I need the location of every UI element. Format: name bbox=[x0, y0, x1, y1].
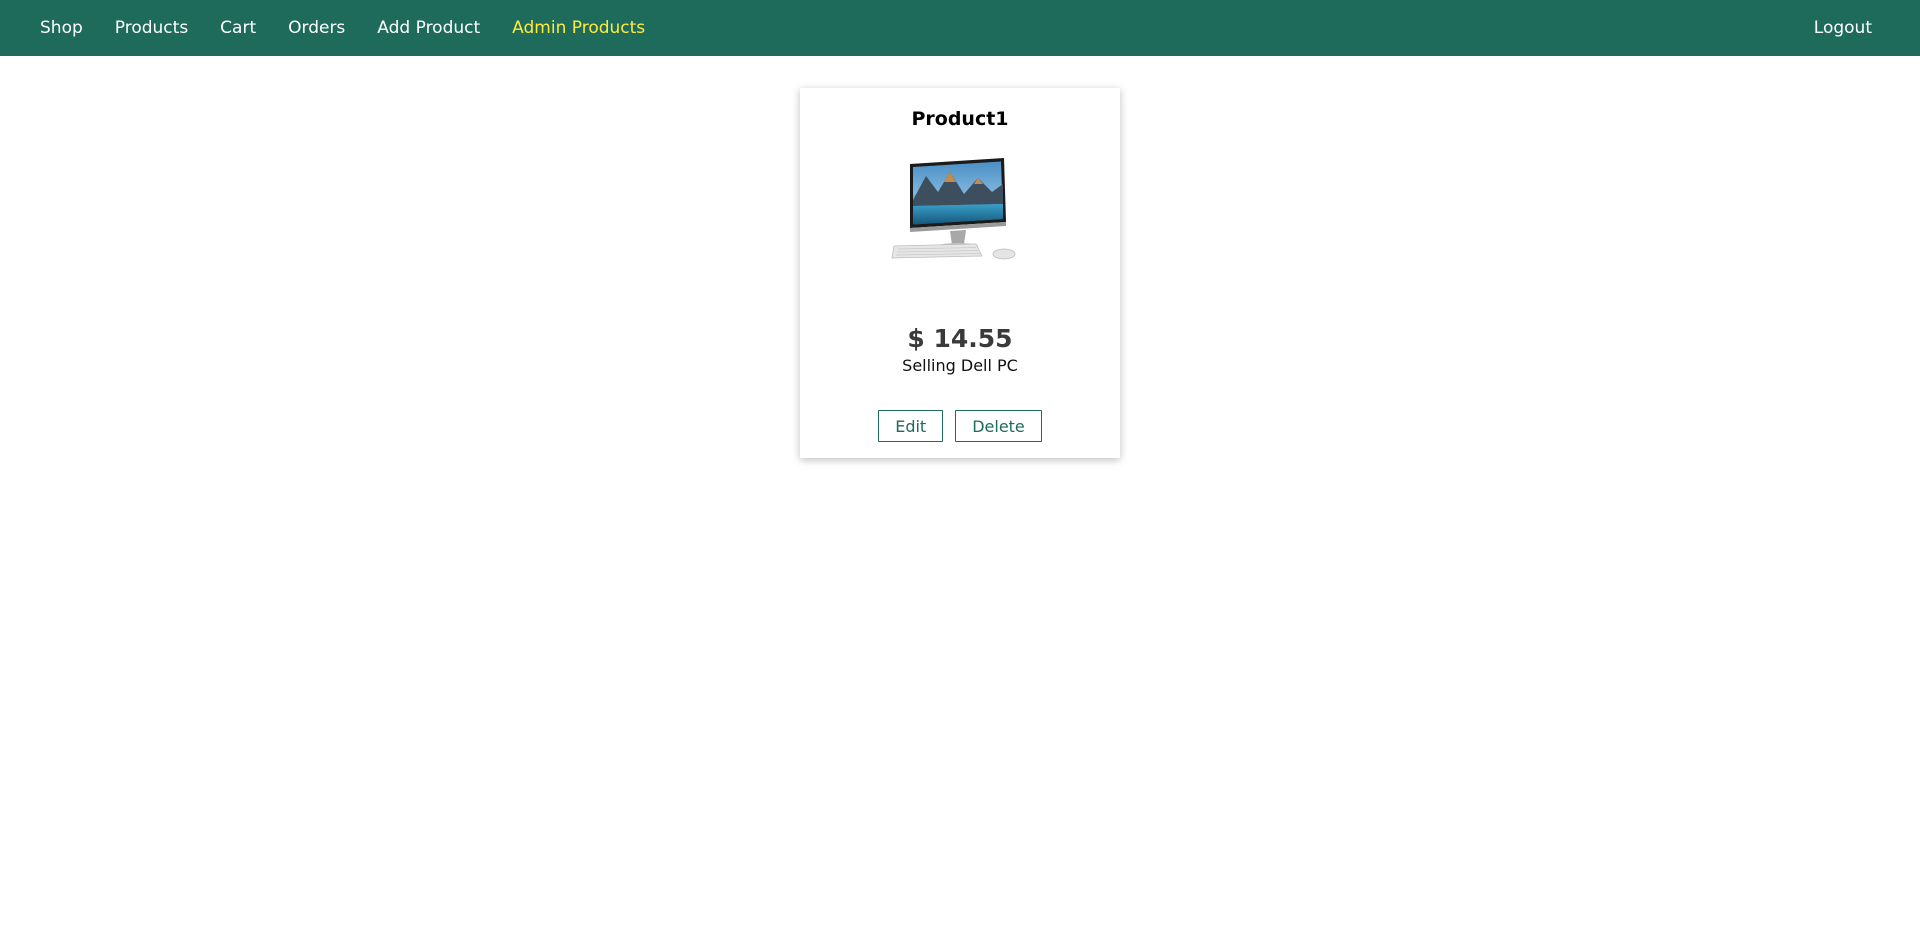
nav-link-admin-products[interactable]: Admin Products bbox=[512, 18, 645, 38]
nav-link-shop[interactable]: Shop bbox=[40, 18, 83, 38]
main-content: Product1 $ 14.55 Selling Dell PC Edit De… bbox=[0, 56, 1920, 944]
delete-button[interactable]: Delete bbox=[955, 410, 1042, 442]
main-nav: Shop Products Cart Orders Add Product Ad… bbox=[40, 18, 677, 38]
nav-link-products[interactable]: Products bbox=[115, 18, 188, 38]
edit-button[interactable]: Edit bbox=[878, 410, 944, 442]
product-title: Product1 bbox=[911, 108, 1009, 130]
logout-link[interactable]: Logout bbox=[1814, 18, 1872, 38]
product-price: $ 14.55 bbox=[907, 324, 1013, 353]
product-actions: Edit Delete bbox=[800, 410, 1120, 442]
nav-link-orders[interactable]: Orders bbox=[288, 18, 345, 38]
nav-link-add-product[interactable]: Add Product bbox=[377, 18, 480, 38]
nav-link-cart[interactable]: Cart bbox=[220, 18, 256, 38]
nav-right: Logout bbox=[1814, 18, 1880, 38]
main-header: Shop Products Cart Orders Add Product Ad… bbox=[0, 0, 1920, 56]
product-image bbox=[886, 154, 1034, 268]
product-description: Selling Dell PC bbox=[902, 356, 1018, 375]
all-in-one-pc-image bbox=[891, 158, 1016, 260]
product-card: Product1 $ 14.55 Selling Dell PC Edit De… bbox=[800, 88, 1120, 458]
